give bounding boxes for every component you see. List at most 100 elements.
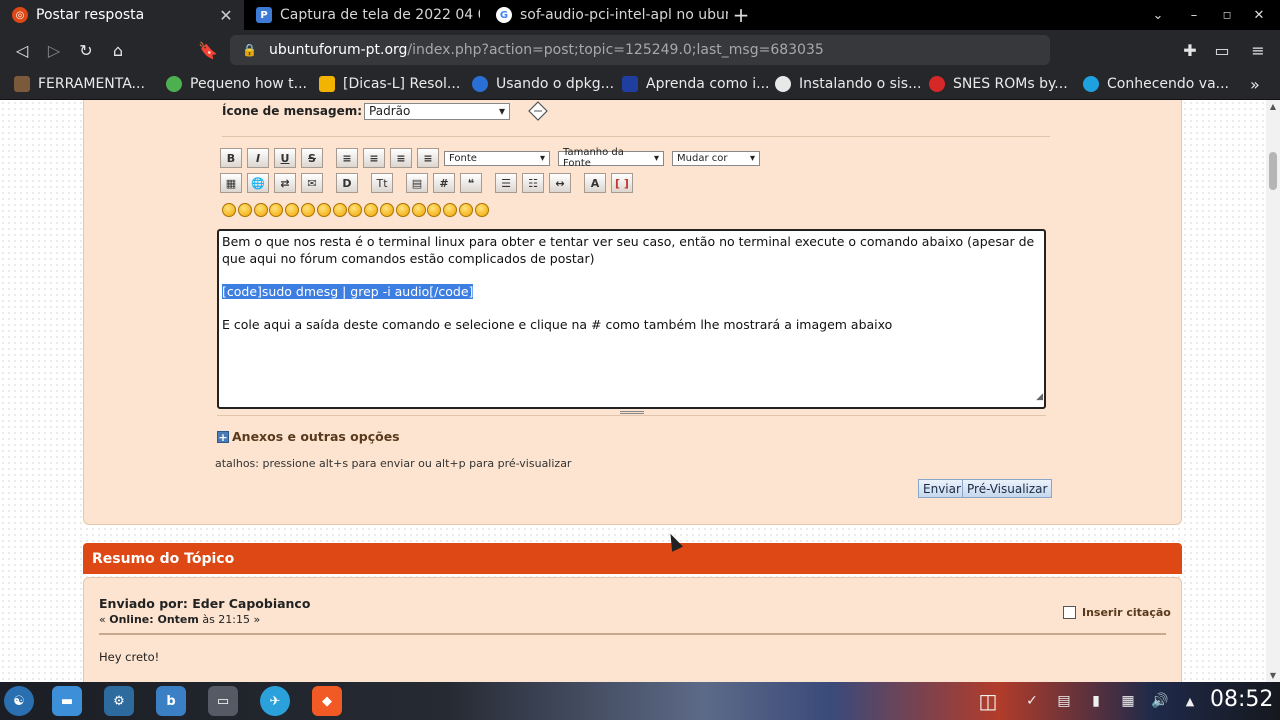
more-bookmarks-icon[interactable]: »	[1250, 70, 1260, 98]
align-right-icon[interactable]: ≡	[417, 148, 439, 168]
color-select[interactable]: Mudar cor ▾	[672, 150, 760, 166]
menu-icon[interactable]: ≡	[1246, 38, 1270, 62]
close-window-button[interactable]: ✕	[1242, 0, 1276, 30]
image-icon: P	[256, 7, 272, 23]
bookmark-item[interactable]: SNES ROMs by...	[929, 70, 1068, 98]
workspace-icon[interactable]: ◫	[978, 689, 998, 713]
ftp-icon[interactable]: ⇄	[274, 173, 296, 193]
smiley-icon[interactable]	[443, 203, 458, 217]
preview-button[interactable]: Pré-Visualizar	[962, 479, 1053, 498]
numbered-list-icon[interactable]: ☷	[522, 173, 544, 193]
bigstore-icon[interactable]: b	[156, 686, 186, 716]
usb-icon[interactable]: ▮	[1086, 691, 1106, 711]
bookmark-item[interactable]: Aprenda como i...	[622, 70, 769, 98]
clipboard-icon[interactable]: ▤	[1054, 691, 1074, 711]
code-hash-icon[interactable]: #	[433, 173, 455, 193]
smiley-icon[interactable]	[300, 203, 315, 217]
start-menu-icon[interactable]: ☯	[4, 686, 34, 716]
page-scrollbar[interactable]: ▲ ▼	[1266, 100, 1280, 682]
remove-format-icon[interactable]: A	[584, 173, 606, 193]
italic-button[interactable]: I	[247, 148, 269, 168]
underline-button[interactable]: U	[274, 148, 296, 168]
send-button[interactable]: Enviar	[918, 479, 966, 498]
smiley-icon[interactable]	[364, 203, 379, 217]
back-icon[interactable]: ◁	[10, 38, 34, 62]
toggle-view-icon[interactable]: [ ]	[611, 173, 633, 193]
bookmark-item[interactable]: Instalando o sis...	[775, 70, 921, 98]
align-justify-icon[interactable]: ≡	[363, 148, 385, 168]
smiley-icon[interactable]	[253, 203, 268, 217]
quote-icon[interactable]: ❝	[460, 173, 482, 193]
maximize-button[interactable]: ◻	[1210, 0, 1244, 30]
smiley-icon[interactable]	[427, 203, 442, 217]
settings-app-icon[interactable]: ⚙	[104, 686, 134, 716]
resize-handle-icon[interactable]: ◢	[1036, 389, 1043, 406]
network-icon[interactable]: ▦	[1118, 691, 1138, 711]
font-size-select[interactable]: Tamanho da Fonte ▾	[558, 147, 664, 169]
tab-postar-resposta[interactable]: ◎ Postar resposta ✕	[0, 0, 244, 30]
email-icon[interactable]: ✉	[301, 173, 323, 193]
textarea-resize-bar[interactable]	[217, 411, 1046, 416]
bookmark-icon[interactable]: 🔖	[196, 38, 220, 62]
bookmark-item[interactable]: FERRAMENTA...	[14, 70, 145, 98]
check-icon[interactable]: ✓	[1022, 691, 1042, 711]
post-text: Hey creto!	[99, 650, 160, 664]
tab-list-icon[interactable]: ⌄	[1141, 0, 1175, 30]
extensions-icon[interactable]: ✚	[1178, 38, 1202, 62]
minimize-button[interactable]: –	[1177, 0, 1211, 30]
files-icon[interactable]: ▬	[52, 686, 82, 716]
smiley-icon[interactable]	[458, 203, 473, 217]
smiley-icon[interactable]	[222, 203, 236, 217]
insert-quote-button[interactable]: Inserir citação	[1063, 606, 1171, 619]
smiley-icon[interactable]	[395, 203, 410, 217]
align-center-icon[interactable]: ≡	[390, 148, 412, 168]
close-icon[interactable]: ✕	[216, 6, 236, 25]
telegram-icon[interactable]: ✈	[260, 686, 290, 716]
scroll-up-icon[interactable]: ▲	[1268, 102, 1278, 111]
terminal-icon[interactable]: ▭	[208, 686, 238, 716]
bookmark-item[interactable]: Pequeno how t...	[166, 70, 307, 98]
smiley-icon[interactable]	[269, 203, 284, 217]
smiley-icon[interactable]	[237, 203, 252, 217]
smiley-icon[interactable]	[474, 203, 489, 217]
align-left-icon[interactable]: ≡	[336, 148, 358, 168]
color-select-value: Mudar cor	[677, 152, 728, 164]
message-textarea[interactable]: Bem o que nos resta é o terminal linux p…	[217, 229, 1046, 409]
message-icon-select[interactable]: Padrão ▾	[364, 102, 511, 120]
smiley-icon[interactable]	[379, 203, 394, 217]
scrollbar-thumb[interactable]	[1269, 152, 1277, 190]
new-tab-button[interactable]: +	[724, 0, 758, 30]
brave-icon[interactable]: ◆	[312, 686, 342, 716]
smiley-icon[interactable]	[285, 203, 300, 217]
smiley-icon[interactable]	[332, 203, 347, 217]
table-icon[interactable]: ▤	[406, 173, 428, 193]
bookmark-item[interactable]: Usando o dpkg...	[472, 70, 614, 98]
tray-expand-icon[interactable]: ▲	[1180, 691, 1200, 711]
smiley-icon[interactable]	[316, 203, 331, 217]
scroll-down-icon[interactable]: ▼	[1268, 671, 1278, 680]
reload-icon[interactable]: ↻	[74, 38, 98, 62]
font-select[interactable]: Fonte ▾	[444, 150, 550, 166]
attachments-toggle[interactable]: + Anexos e outras opções	[217, 429, 400, 444]
lock-icon: 🔒	[242, 43, 257, 57]
tab-sof-audio[interactable]: G sof-audio-pci-intel-apl no ubuntu	[484, 0, 728, 30]
flash-icon[interactable]: D	[336, 173, 358, 193]
bookmark-item[interactable]: Conhecendo va...	[1083, 70, 1229, 98]
address-bar[interactable]: 🔒 ubuntuforum-pt.org/index.php?action=po…	[230, 35, 1050, 65]
home-icon[interactable]: ⌂	[106, 38, 130, 62]
horizontal-rule-icon[interactable]: ↔	[549, 173, 571, 193]
clock[interactable]: 08:52	[1210, 687, 1273, 712]
forward-icon[interactable]: ▷	[42, 38, 66, 62]
teletype-icon[interactable]: Tt	[371, 173, 393, 193]
link-globe-icon[interactable]: 🌐	[247, 173, 269, 193]
bold-button[interactable]: B	[220, 148, 242, 168]
wallet-icon[interactable]: ▭	[1210, 38, 1234, 62]
bookmark-item[interactable]: [Dicas-L] Resol...	[319, 70, 460, 98]
volume-icon[interactable]: 🔊	[1150, 691, 1170, 711]
strike-button[interactable]: S	[301, 148, 323, 168]
smiley-icon[interactable]	[348, 203, 363, 217]
tab-captura[interactable]: P Captura de tela de 2022 04 06	[244, 0, 480, 30]
image-icon[interactable]: ▦	[220, 173, 242, 193]
bullet-list-icon[interactable]: ☰	[495, 173, 517, 193]
smiley-icon[interactable]	[411, 203, 426, 217]
